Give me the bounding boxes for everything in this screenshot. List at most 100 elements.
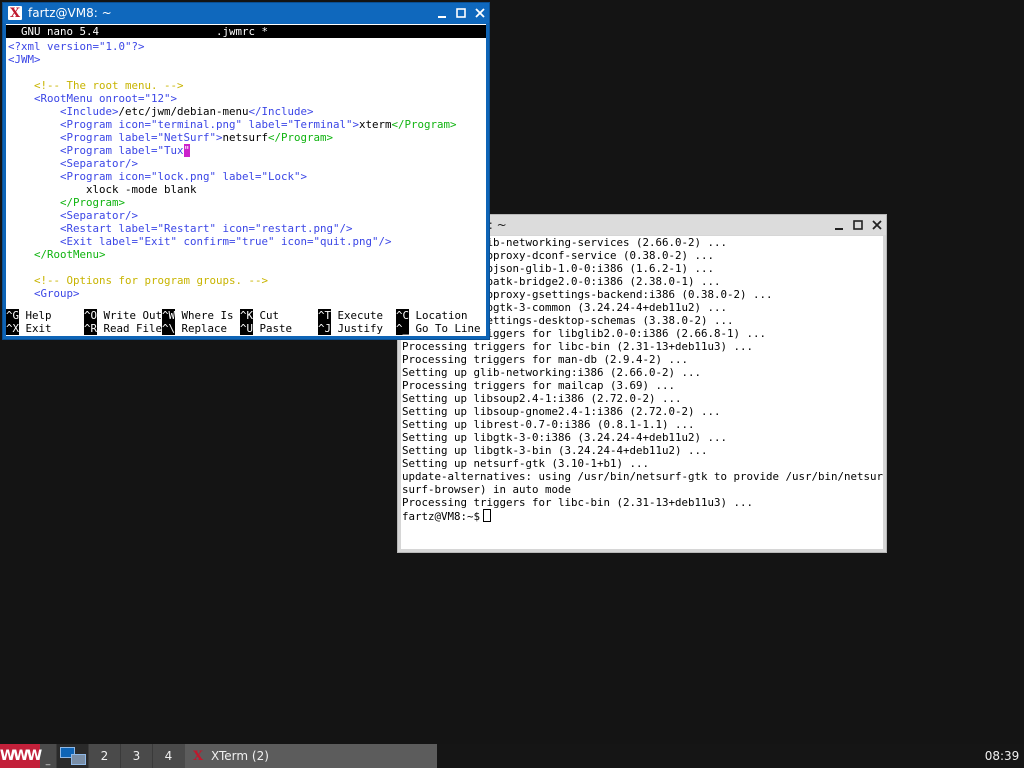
xterm-output-line: Setting up glib-networking:i386 (2.66.0-…: [402, 366, 702, 379]
desktop: X fartz@VM8: ~ Setting up glib-networkin…: [0, 0, 1024, 768]
shell-prompt: fartz@VM8:~$: [402, 510, 481, 523]
nano-line[interactable]: <Separator/>: [6, 157, 486, 170]
minimize-button[interactable]: [432, 3, 451, 23]
xterm-output-line: Setting up libsoup-gnome2.4-1:i386 (2.72…: [402, 405, 721, 418]
xterm-prompt-line[interactable]: fartz@VM8:~$: [401, 509, 883, 523]
nano-line[interactable]: <Separator/>: [6, 209, 486, 222]
nano-shortcut-label: Go To Line: [409, 322, 481, 335]
nano-shortcut: ^J Justify: [318, 322, 396, 335]
nano-text-segment: <Program icon="lock.png" label="Lock">: [60, 170, 308, 183]
nano-text-segment: <RootMenu onroot="12">: [34, 92, 178, 105]
nano-line[interactable]: <Restart label="Restart" icon="restart.p…: [6, 222, 486, 235]
nano-line[interactable]: <Exit label="Exit" confirm="true" icon="…: [6, 235, 486, 248]
nano-line[interactable]: </RootMenu>: [6, 248, 486, 261]
nano-line[interactable]: <Program icon="lock.png" label="Lock">: [6, 170, 486, 183]
nano-text-segment: [8, 105, 60, 118]
nano-shortcut-key: ^J: [318, 322, 332, 335]
nano-line[interactable]: <JWM>: [6, 53, 486, 66]
xterm-output-line: Processing triggers for libc-bin (2.31-1…: [402, 496, 754, 509]
nano-shortcut: ^\ Replace: [162, 322, 240, 335]
nano-line[interactable]: </Program>: [6, 196, 486, 209]
close-icon: [474, 8, 485, 18]
nano-shortcut-key: ^G: [6, 309, 20, 322]
xterm-output-line: Setting up libgtk-3-0:i386 (3.24.24-4+de…: [402, 431, 728, 444]
nano-line[interactable]: <RootMenu onroot="12">: [6, 92, 486, 105]
minimize-button[interactable]: [829, 215, 848, 235]
nano-shortcut: ^R Read File: [84, 322, 162, 335]
nano-shortcut-label: Location: [409, 309, 468, 322]
nano-line[interactable]: <!-- Options for program groups. -->: [6, 274, 486, 287]
text-cursor: ": [183, 144, 191, 157]
nano-text-segment: <JWM>: [8, 53, 41, 66]
maximize-icon: [455, 8, 466, 18]
xterm-output-line: Setting up libsoup2.4-1:i386 (2.72.0-2) …: [402, 392, 682, 405]
nano-text-segment: <Separator/>: [60, 157, 139, 170]
nano-shortcut: ^W Where Is: [162, 309, 240, 322]
maximize-button[interactable]: [451, 3, 470, 23]
nano-shortcut-label: Execute: [331, 309, 384, 322]
nano-line[interactable]: <Include>/etc/jwm/debian-menu</Include>: [6, 105, 486, 118]
taskbar-task-xterm[interactable]: X XTerm (2): [185, 744, 437, 768]
taskbar: WWW _ 2 3 4 X XTerm (2) 08:39: [0, 744, 1024, 768]
nano-text-segment: netsurf: [222, 131, 269, 144]
nano-text-segment: <Program label="NetSurf">: [60, 131, 223, 144]
desktop-pager-1[interactable]: [56, 744, 88, 768]
nano-line[interactable]: [6, 261, 486, 274]
root-menu-button[interactable]: WWW: [0, 744, 42, 768]
desktop-pager-4[interactable]: 4: [152, 744, 184, 768]
nano-shortcut-key: ^K: [240, 309, 254, 322]
menu-arrow[interactable]: _: [40, 744, 56, 768]
xterm-output-line: Setting up libgtk-3-bin (3.24.24-4+deb11…: [402, 444, 708, 457]
nano-text-segment: </Include>: [248, 105, 314, 118]
nano-line[interactable]: xlock -mode blank: [6, 183, 486, 196]
nano-shortcut-key: ^R: [84, 322, 98, 335]
nano-line[interactable]: <Program label="NetSurf">netsurf</Progra…: [6, 131, 486, 144]
desktop-pager-2[interactable]: 2: [88, 744, 120, 768]
nano-shortcut-label: Justify: [331, 322, 384, 335]
nano-shortcut: ^C Location: [396, 309, 474, 322]
nano-text-segment: [8, 196, 60, 209]
nano-line[interactable]: <?xml version="1.0"?>: [6, 40, 486, 53]
nano-text-segment: <Program label="Tux: [60, 144, 184, 157]
nano-line[interactable]: <Program icon="terminal.png" label="Term…: [6, 118, 486, 131]
nano-text-buffer[interactable]: <?xml version="1.0"?> <JWM> <!-- The root…: [6, 40, 486, 300]
nano-line[interactable]: [6, 66, 486, 79]
nano-text-segment: <Program icon="terminal.png" label="Term…: [60, 118, 360, 131]
nano-text-segment: </Program>: [391, 118, 457, 131]
nano-titlebar[interactable]: X fartz@VM8: ~: [3, 3, 489, 23]
nano-text-segment: [8, 209, 60, 222]
xterm-output-line: Processing triggers for man-db (2.9.4-2)…: [402, 353, 689, 366]
pager-window-xterm: [71, 754, 86, 765]
xterm-x-icon: X: [192, 748, 204, 764]
nano-line[interactable]: <Group>: [6, 287, 486, 300]
terminal-cursor: [483, 509, 492, 522]
nano-shortcut-label: Read File: [97, 322, 163, 335]
nano-text-segment: [8, 92, 34, 105]
nano-shortcut-key: ^U: [240, 322, 254, 335]
nano-text-segment: [8, 235, 60, 248]
nano-line[interactable]: <!-- The root menu. -->: [6, 79, 486, 92]
taskbar-empty-area: [437, 744, 980, 768]
nano-text-segment: <Restart label="Restart" icon="restart.p…: [60, 222, 353, 235]
xterm-output-line: Setting up netsurf-gtk (3.10-1+b1) ...: [402, 457, 650, 470]
nano-shortcut-label: Exit: [19, 322, 52, 335]
nano-window[interactable]: X fartz@VM8: ~ GNU nano 5.4 .jwmrc * <?x…: [2, 2, 490, 340]
nano-header-bar: GNU nano 5.4 .jwmrc *: [6, 25, 486, 38]
close-button[interactable]: [867, 215, 886, 235]
nano-text-segment: /etc/jwm/debian-menu: [118, 105, 249, 118]
nano-shortcut: ^O Write Out: [84, 309, 162, 322]
desktop-pager-3[interactable]: 3: [120, 744, 152, 768]
maximize-button[interactable]: [848, 215, 867, 235]
nano-text-segment: <Separator/>: [60, 209, 139, 222]
minimize-icon: [437, 16, 446, 18]
nano-shortcut: ^T Execute: [318, 309, 396, 322]
nano-editor[interactable]: GNU nano 5.4 .jwmrc * <?xml version="1.0…: [6, 24, 486, 336]
xterm-output-line: Processing triggers for libc-bin (2.31-1…: [402, 340, 754, 353]
nano-line[interactable]: <Program label="Tux": [6, 144, 486, 157]
minimize-icon: [834, 228, 843, 230]
nano-window-title: fartz@VM8: ~: [28, 6, 112, 20]
nano-text-segment: [8, 248, 34, 261]
nano-shortcut-label: Replace: [175, 322, 228, 335]
nano-help-row: ^X Exit ^R Read File ^\ Replace ^U Paste ^J …: [6, 322, 486, 335]
close-button[interactable]: [470, 3, 489, 23]
